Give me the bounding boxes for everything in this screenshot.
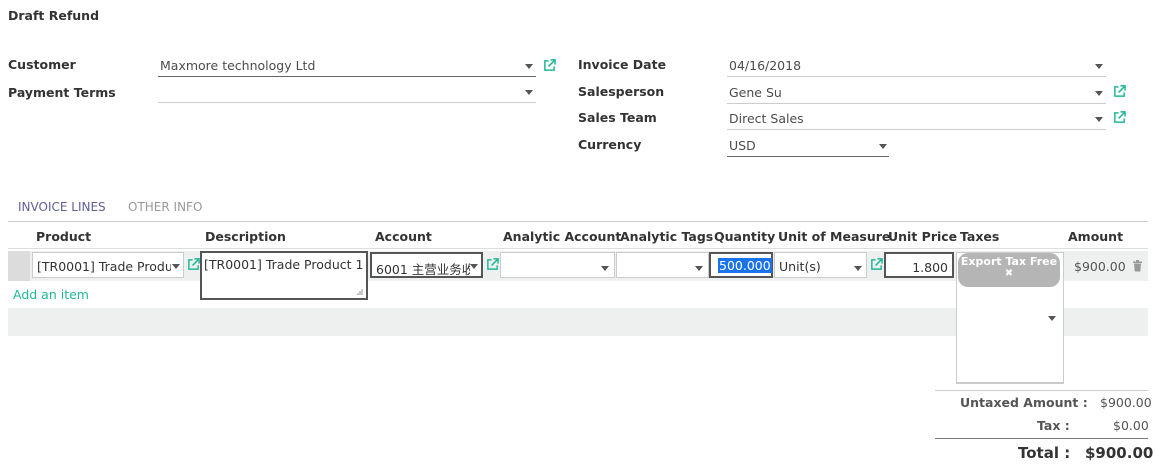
unit-price-input[interactable]: 1.800 bbox=[884, 252, 954, 278]
untaxed-amount-value: $900.00 bbox=[1100, 395, 1152, 410]
amount-value: $900.00 bbox=[1074, 259, 1126, 274]
external-link-icon[interactable] bbox=[1113, 85, 1126, 98]
caret-down-icon[interactable] bbox=[470, 264, 478, 269]
close-icon[interactable]: ✖ bbox=[958, 268, 1060, 279]
customer-value: Maxmore technology Ltd bbox=[160, 58, 316, 73]
tax-value: $0.00 bbox=[1113, 418, 1149, 433]
currency-label: Currency bbox=[578, 137, 642, 152]
col-header-unit-of-measure[interactable]: Unit of Measure bbox=[778, 229, 890, 244]
caret-down-icon[interactable] bbox=[172, 264, 180, 269]
tab-invoice-lines[interactable]: INVOICE LINES bbox=[18, 200, 106, 214]
product-value: [TR0001] Trade Product 1 bbox=[37, 259, 171, 274]
sales-team-label: Sales Team bbox=[578, 110, 657, 125]
external-link-icon[interactable] bbox=[187, 258, 200, 271]
payment-terms-field[interactable] bbox=[158, 84, 536, 103]
uom-input[interactable]: Unit(s) bbox=[774, 252, 867, 278]
caret-down-icon[interactable] bbox=[695, 266, 703, 271]
external-link-icon[interactable] bbox=[543, 59, 556, 72]
col-header-taxes[interactable]: Taxes bbox=[960, 229, 999, 244]
description-textarea[interactable]: [TR0001] Trade Product 1 bbox=[200, 251, 368, 300]
total-label: Total : bbox=[1018, 444, 1071, 462]
caret-down-icon[interactable] bbox=[879, 144, 887, 149]
payment-terms-label: Payment Terms bbox=[8, 85, 116, 100]
currency-field[interactable]: USD bbox=[727, 138, 889, 157]
quantity-value: 500.000 bbox=[718, 258, 772, 273]
caret-down-icon[interactable] bbox=[525, 64, 533, 69]
invoice-date-label: Invoice Date bbox=[578, 57, 667, 72]
totals-bottom-divider bbox=[935, 438, 1148, 439]
currency-value: USD bbox=[729, 138, 756, 153]
caret-down-icon[interactable] bbox=[854, 266, 862, 271]
quantity-input[interactable]: 500.000 bbox=[709, 252, 773, 278]
resize-handle-icon[interactable] bbox=[355, 287, 363, 295]
description-value: [TR0001] Trade Product 1 bbox=[204, 257, 364, 272]
col-header-account[interactable]: Account bbox=[375, 229, 432, 244]
external-link-icon[interactable] bbox=[486, 258, 499, 271]
col-header-description[interactable]: Description bbox=[205, 229, 286, 244]
untaxed-amount-label: Untaxed Amount : bbox=[960, 395, 1088, 410]
sales-team-field[interactable]: Direct Sales bbox=[727, 111, 1106, 130]
col-header-quantity[interactable]: Quantity bbox=[714, 229, 775, 244]
trash-icon[interactable] bbox=[1132, 260, 1143, 272]
tax-label: Tax : bbox=[1037, 418, 1070, 433]
product-input[interactable]: [TR0001] Trade Product 1 bbox=[32, 252, 184, 278]
customer-label: Customer bbox=[8, 57, 76, 72]
salesperson-label: Salesperson bbox=[578, 84, 665, 99]
external-link-icon[interactable] bbox=[1113, 111, 1126, 124]
tax-tag-label: Export Tax Free bbox=[960, 255, 1058, 268]
invoice-date-field[interactable]: 04/16/2018 bbox=[727, 58, 1106, 77]
caret-down-icon[interactable] bbox=[1095, 91, 1103, 96]
account-value: 6001 主营业务收入 bbox=[376, 262, 470, 277]
caret-down-icon[interactable] bbox=[1095, 117, 1103, 122]
total-value: $900.00 bbox=[1085, 444, 1154, 462]
caret-down-icon[interactable] bbox=[601, 266, 609, 271]
uom-value: Unit(s) bbox=[779, 259, 821, 274]
sales-team-value: Direct Sales bbox=[729, 111, 804, 126]
caret-down-icon[interactable] bbox=[1048, 316, 1056, 321]
analytic-account-input[interactable] bbox=[500, 252, 615, 278]
customer-field[interactable]: Maxmore technology Ltd bbox=[158, 58, 536, 77]
col-header-analytic-tags[interactable]: Analytic Tags bbox=[620, 229, 713, 244]
notebook-tabs: INVOICE LINES OTHER INFO bbox=[8, 192, 1148, 222]
invoice-date-value: 04/16/2018 bbox=[729, 58, 802, 73]
salesperson-field[interactable]: Gene Su bbox=[727, 85, 1106, 104]
caret-down-icon[interactable] bbox=[1095, 64, 1103, 69]
header-divider bbox=[8, 248, 1148, 249]
external-link-icon[interactable] bbox=[870, 258, 883, 271]
row-handle[interactable] bbox=[8, 251, 30, 281]
analytic-tags-input[interactable] bbox=[616, 252, 709, 278]
page-status: Draft Refund bbox=[8, 8, 100, 23]
col-header-amount[interactable]: Amount bbox=[1068, 229, 1123, 244]
totals-top-divider bbox=[935, 390, 1148, 391]
add-item-link[interactable]: Add an item bbox=[13, 287, 89, 302]
tax-tag: Export Tax Free ✖ bbox=[958, 253, 1060, 287]
unit-price-value: 1.800 bbox=[912, 260, 948, 275]
col-header-analytic-account[interactable]: Analytic Account bbox=[503, 229, 621, 244]
salesperson-value: Gene Su bbox=[729, 85, 782, 100]
col-header-product[interactable]: Product bbox=[36, 229, 91, 244]
col-header-unit-price[interactable]: Unit Price bbox=[888, 229, 957, 244]
tab-other-info[interactable]: OTHER INFO bbox=[128, 200, 202, 214]
caret-down-icon[interactable] bbox=[525, 90, 533, 95]
account-input[interactable]: 6001 主营业务收入 bbox=[370, 252, 483, 278]
